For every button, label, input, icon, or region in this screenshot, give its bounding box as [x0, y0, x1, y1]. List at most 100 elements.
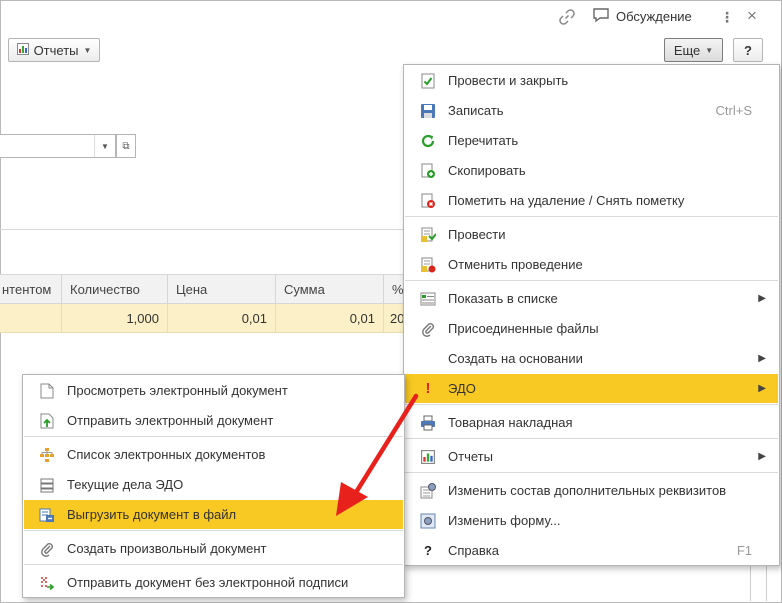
doc-list-icon: [38, 446, 56, 464]
attributes-icon: [419, 482, 437, 500]
menu-separator: [24, 436, 403, 437]
send-unsigned-icon: [38, 574, 56, 592]
column-header[interactable]: Количество: [62, 275, 168, 303]
table-cell: 0,01: [276, 304, 384, 332]
menu-item-label: Текущие дела ЭДО: [67, 477, 184, 492]
menu-item-attached-files[interactable]: Присоединенные файлы: [405, 314, 778, 343]
more-label: Еще: [673, 42, 701, 58]
menu-item-edo[interactable]: ! ЭДО ▶: [405, 374, 778, 403]
divider: [750, 565, 751, 601]
menu-item-label: Провести и закрыть: [448, 73, 569, 88]
divider: [0, 229, 404, 230]
menu-item-post-and-close[interactable]: Провести и закрыть: [405, 66, 778, 95]
menu-item-view-edoc[interactable]: Просмотреть электронный документ: [24, 376, 403, 405]
reports-label: Отчеты: [33, 42, 79, 58]
chevron-down-icon: ▼: [83, 45, 92, 55]
table-row[interactable]: 1,000 0,01 0,01 20: [0, 304, 404, 333]
list-icon: [419, 290, 437, 308]
table-cell: [0, 304, 62, 332]
menu-item-label: Перечитать: [448, 133, 519, 148]
menu-item-create-based-on[interactable]: Создать на основании ▶: [405, 344, 778, 373]
table-header: нтентом Количество Цена Сумма %: [0, 274, 404, 304]
save-icon: [419, 102, 437, 120]
reference-select-field[interactable]: ▼: [0, 134, 116, 158]
menu-item-copy[interactable]: Скопировать: [405, 156, 778, 185]
menu-item-help[interactable]: ? Справка F1: [405, 536, 778, 565]
menu-item-label: Показать в списке: [448, 291, 558, 306]
unpost-icon: [419, 256, 437, 274]
chevron-down-icon[interactable]: ▼: [94, 135, 115, 157]
menu-separator: [405, 438, 778, 439]
export-file-icon: [38, 506, 56, 524]
exclamation-icon: !: [425, 380, 431, 397]
menu-item-mark-delete[interactable]: Пометить на удаление / Снять пометку: [405, 186, 778, 215]
menu-item-reports[interactable]: Отчеты ▶: [405, 442, 778, 471]
column-header[interactable]: нтентом: [0, 275, 62, 303]
menu-item-edoc-list[interactable]: Список электронных документов: [24, 440, 403, 469]
menu-item-label: Справка: [448, 543, 499, 558]
chevron-right-icon: ▶: [758, 451, 766, 462]
divider: [766, 565, 767, 601]
discussion-label: Обсуждение: [616, 9, 692, 24]
column-header[interactable]: %: [384, 275, 404, 303]
menu-item-export-to-file[interactable]: Выгрузить документ в файл: [24, 500, 403, 529]
chevron-right-icon: ▶: [758, 293, 766, 304]
menu-item-save[interactable]: Записать Ctrl+S: [405, 96, 778, 125]
edo-submenu: Просмотреть электронный документ Отправи…: [22, 374, 405, 598]
menu-item-label: Создать на основании: [448, 351, 583, 366]
open-reference-icon[interactable]: ⧉: [116, 134, 136, 158]
chevron-right-icon: ▶: [758, 383, 766, 394]
more-button[interactable]: Еще ▼: [664, 38, 723, 62]
column-header[interactable]: Цена: [168, 275, 276, 303]
menu-item-create-arbitrary-doc[interactable]: Создать произвольный документ: [24, 534, 403, 563]
table-cell: 0,01: [168, 304, 276, 332]
kebab-menu-icon[interactable]: ⋮: [720, 8, 734, 26]
menu-item-reload[interactable]: Перечитать: [405, 126, 778, 155]
menu-separator: [405, 404, 778, 405]
more-menu: Провести и закрыть Записать Ctrl+S Переч…: [403, 64, 780, 566]
mark-delete-icon: [419, 192, 437, 210]
menu-item-label: Изменить состав дополнительных реквизито…: [448, 483, 727, 498]
menu-item-change-attributes[interactable]: Изменить состав дополнительных реквизито…: [405, 476, 778, 505]
menu-separator: [405, 216, 778, 217]
document-icon: [38, 382, 56, 400]
send-document-icon: [38, 412, 56, 430]
menu-item-edo-tasks[interactable]: Текущие дела ЭДО: [24, 470, 403, 499]
menu-item-label: Выгрузить документ в файл: [67, 507, 237, 522]
menu-separator: [24, 564, 403, 565]
discussion-button[interactable]: Обсуждение: [592, 7, 692, 26]
chevron-down-icon: ▼: [705, 45, 714, 55]
menu-separator: [405, 280, 778, 281]
menu-item-label: ЭДО: [448, 381, 476, 396]
table-cell: 1,000: [62, 304, 168, 332]
paperclip-icon: [38, 540, 56, 558]
paperclip-icon: [419, 320, 437, 338]
menu-item-label: Товарная накладная: [448, 415, 573, 430]
post-icon: [419, 226, 437, 244]
tasks-icon: [38, 476, 56, 494]
menu-item-label: Просмотреть электронный документ: [67, 383, 288, 398]
menu-item-unpost[interactable]: Отменить проведение: [405, 250, 778, 279]
menu-item-post[interactable]: Провести: [405, 220, 778, 249]
menu-item-show-in-list[interactable]: Показать в списке ▶: [405, 284, 778, 313]
reload-icon: [419, 132, 437, 150]
printer-icon: [419, 414, 437, 432]
menu-item-waybill[interactable]: Товарная накладная: [405, 408, 778, 437]
form-icon: [419, 512, 437, 530]
help-button[interactable]: ?: [733, 38, 763, 62]
menu-item-change-form[interactable]: Изменить форму...: [405, 506, 778, 535]
copy-icon: [419, 162, 437, 180]
reports-icon: [16, 42, 29, 58]
close-icon[interactable]: ×: [743, 7, 761, 25]
shortcut-label: F1: [736, 543, 752, 558]
link-icon[interactable]: [558, 8, 576, 26]
chevron-right-icon: ▶: [758, 353, 766, 364]
menu-item-label: Присоединенные файлы: [448, 321, 599, 336]
menu-item-label: Записать: [448, 103, 504, 118]
menu-item-send-edoc[interactable]: Отправить электронный документ: [24, 406, 403, 435]
shortcut-label: Ctrl+S: [715, 103, 752, 118]
column-header[interactable]: Сумма: [276, 275, 384, 303]
menu-item-send-unsigned[interactable]: Отправить документ без электронной подпи…: [24, 568, 403, 597]
menu-item-label: Изменить форму...: [448, 513, 561, 528]
reports-button[interactable]: Отчеты ▼: [8, 38, 100, 62]
